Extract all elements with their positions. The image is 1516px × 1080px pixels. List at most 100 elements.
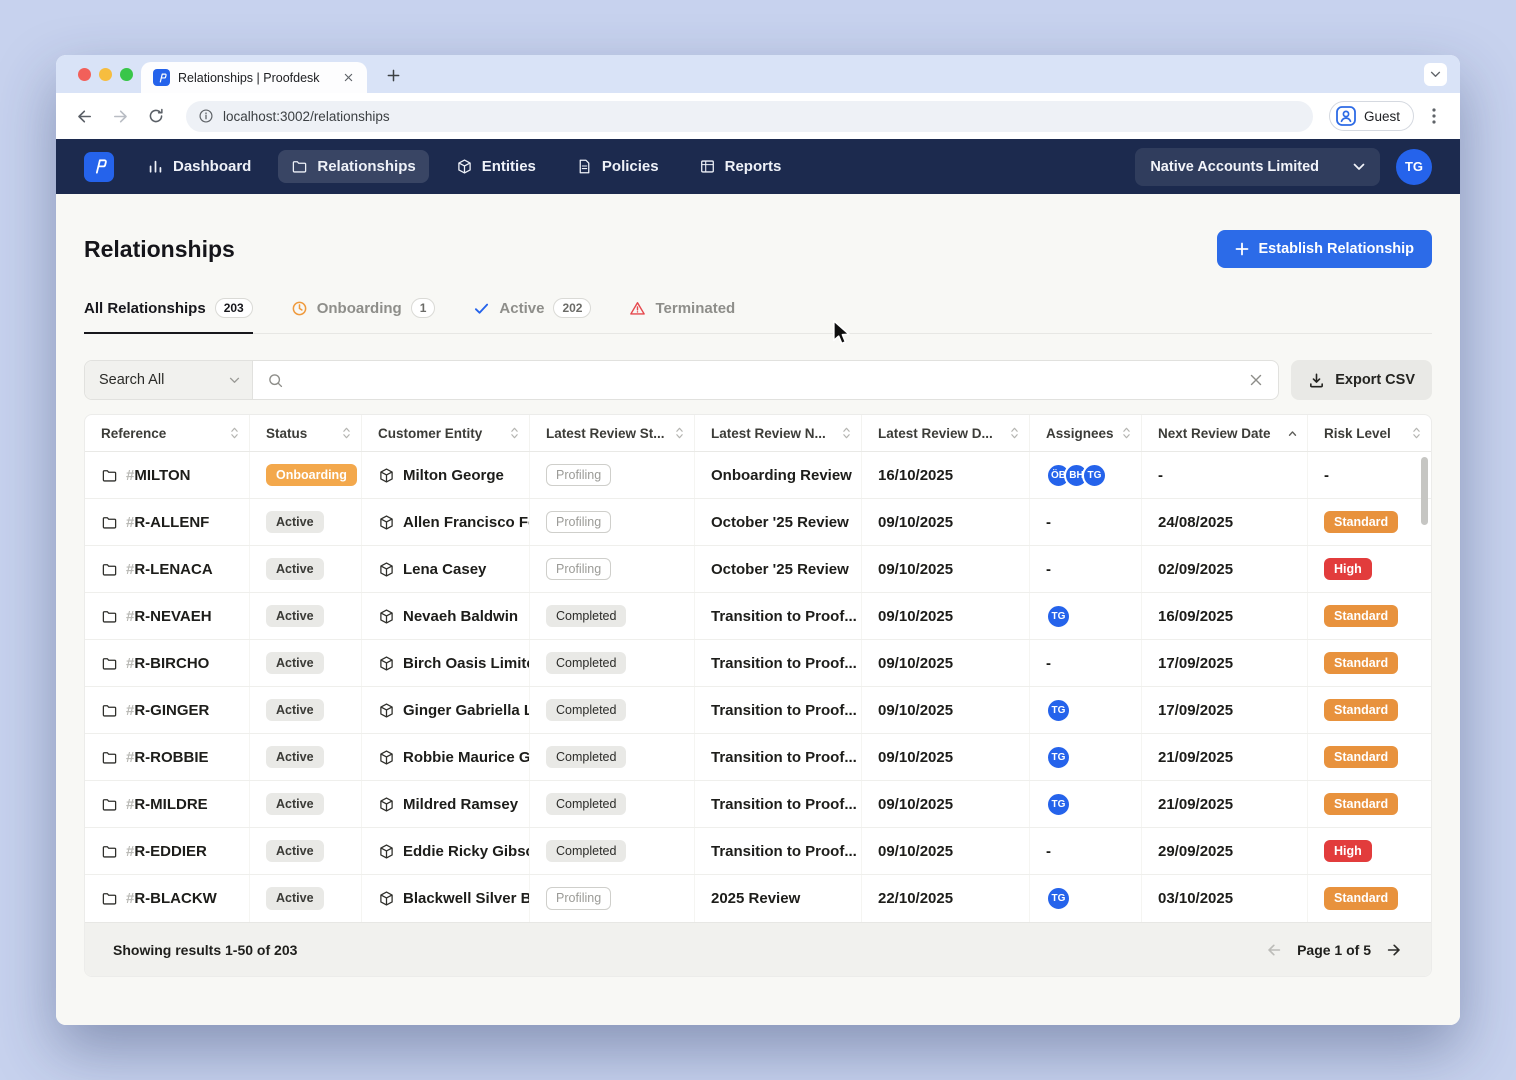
- sort-asc-icon: [1288, 426, 1297, 440]
- column-header-risk-level[interactable]: Risk Level: [1308, 415, 1431, 451]
- close-window-button[interactable]: [78, 68, 91, 81]
- nav-item-relationships[interactable]: Relationships: [278, 150, 428, 183]
- search-scope-select[interactable]: Search All: [85, 361, 253, 399]
- table-row[interactable]: #R-ALLENFActiveAllen Francisco FoProfili…: [85, 499, 1431, 546]
- column-label: Risk Level: [1324, 426, 1391, 441]
- assignees-cell: TG: [1030, 734, 1142, 780]
- tab-active[interactable]: Active202: [473, 298, 591, 333]
- tab-count-badge: 1: [411, 298, 436, 318]
- status-cell: Active: [250, 546, 362, 592]
- review-status-cell: Profiling: [530, 499, 695, 545]
- nav-item-policies[interactable]: Policies: [563, 150, 672, 183]
- tab-overview-button[interactable]: [1424, 63, 1447, 86]
- maximize-window-button[interactable]: [120, 68, 133, 81]
- guest-label: Guest: [1364, 109, 1400, 124]
- review-status-cell: Profiling: [530, 875, 695, 922]
- cube-icon: [378, 796, 395, 813]
- next-review-date: 17/09/2025: [1158, 655, 1233, 672]
- tab-terminated[interactable]: Terminated: [629, 298, 735, 333]
- table-row[interactable]: #R-NEVAEHActiveNevaeh BaldwinCompletedTr…: [85, 593, 1431, 640]
- browser-menu-icon[interactable]: [1422, 104, 1446, 128]
- column-label: Latest Review D...: [878, 426, 993, 441]
- assignee-avatar: TG: [1046, 886, 1071, 911]
- tab-onboarding[interactable]: Onboarding1: [291, 298, 436, 333]
- risk-level-cell: Standard: [1308, 593, 1431, 639]
- reference-value: R-ROBBIE: [134, 749, 208, 766]
- tab-close-icon[interactable]: [339, 69, 357, 87]
- clear-search-icon[interactable]: [1249, 373, 1264, 388]
- assignees-cell: -: [1030, 499, 1142, 545]
- customer-entity-cell: Allen Francisco Fo: [362, 499, 530, 545]
- risk-empty: -: [1324, 467, 1329, 484]
- nav-item-reports[interactable]: Reports: [686, 150, 795, 183]
- reference-cell: #R-MILDRE: [85, 781, 250, 827]
- table-row[interactable]: #MILTONOnboardingMilton GeorgeProfilingO…: [85, 452, 1431, 499]
- entity-name: Blackwell Silver B: [403, 890, 530, 907]
- minimize-window-button[interactable]: [99, 68, 112, 81]
- review-status-badge: Completed: [546, 746, 626, 768]
- column-label: Latest Review N...: [711, 426, 826, 441]
- customer-entity-cell: Milton George: [362, 452, 530, 498]
- search-input[interactable]: [293, 371, 1240, 389]
- column-header-latest-review-n[interactable]: Latest Review N...: [695, 415, 862, 451]
- export-csv-button[interactable]: Export CSV: [1291, 360, 1432, 400]
- table-header: ReferenceStatusCustomer EntityLatest Rev…: [85, 415, 1431, 452]
- sort-both-icon: [842, 426, 851, 440]
- back-button[interactable]: [70, 102, 98, 130]
- browser-profile-button[interactable]: Guest: [1329, 101, 1414, 131]
- assignees-empty: -: [1046, 843, 1051, 860]
- next-page-icon[interactable]: [1385, 941, 1403, 959]
- nav-item-label: Entities: [482, 158, 536, 175]
- new-tab-button[interactable]: [383, 65, 403, 85]
- search-icon: [267, 372, 284, 389]
- column-header-latest-review-st[interactable]: Latest Review St...: [530, 415, 695, 451]
- search-box: [253, 361, 1278, 399]
- user-avatar[interactable]: TG: [1396, 149, 1432, 185]
- cube-icon: [378, 702, 395, 719]
- risk-badge: Standard: [1324, 887, 1398, 909]
- table-row[interactable]: #R-EDDIERActiveEddie Ricky GibscComplete…: [85, 828, 1431, 875]
- proofdesk-favicon-icon: [153, 69, 170, 86]
- assignees-empty: -: [1046, 655, 1051, 672]
- guest-avatar-icon: [1335, 105, 1357, 127]
- assignees-empty: -: [1046, 514, 1051, 531]
- table-row[interactable]: #R-GINGERActiveGinger Gabriella LComplet…: [85, 687, 1431, 734]
- forward-button[interactable]: [106, 102, 134, 130]
- nav-item-entities[interactable]: Entities: [443, 150, 549, 183]
- table-row[interactable]: #R-MILDREActiveMildred RamseyCompletedTr…: [85, 781, 1431, 828]
- table-row[interactable]: #R-LENACAActiveLena CaseyProfilingOctobe…: [85, 546, 1431, 593]
- next-review-date: 02/09/2025: [1158, 561, 1233, 578]
- establish-relationship-button[interactable]: Establish Relationship: [1217, 230, 1433, 268]
- tab-all-relationships[interactable]: All Relationships203: [84, 298, 253, 333]
- column-label: Status: [266, 426, 307, 441]
- table-row[interactable]: #R-ROBBIEActiveRobbie Maurice GCompleted…: [85, 734, 1431, 781]
- sort-both-icon: [1122, 426, 1131, 440]
- cube-icon: [378, 655, 395, 672]
- next-review-date: 03/10/2025: [1158, 890, 1233, 907]
- column-header-reference[interactable]: Reference: [85, 415, 250, 451]
- table-scrollbar[interactable]: [1421, 457, 1428, 525]
- folder-icon: [101, 702, 118, 719]
- reload-button[interactable]: [142, 102, 170, 130]
- table-row[interactable]: #R-BIRCHOActiveBirch Oasis LimiteComplet…: [85, 640, 1431, 687]
- column-header-next-review-date[interactable]: Next Review Date: [1142, 415, 1308, 451]
- risk-level-cell: -: [1308, 452, 1431, 498]
- reference-hash: #: [126, 467, 134, 484]
- column-header-customer-entity[interactable]: Customer Entity: [362, 415, 530, 451]
- table-row[interactable]: #R-BLACKWActiveBlackwell Silver BProfili…: [85, 875, 1431, 922]
- review-date-cell: 09/10/2025: [862, 499, 1030, 545]
- column-header-latest-review-d[interactable]: Latest Review D...: [862, 415, 1030, 451]
- address-bar[interactable]: localhost:3002/relationships: [186, 101, 1313, 132]
- reference-cell: #R-LENACA: [85, 546, 250, 592]
- status-cell: Active: [250, 499, 362, 545]
- account-selector[interactable]: Native Accounts Limited: [1135, 148, 1380, 186]
- site-info-icon[interactable]: [198, 108, 214, 124]
- previous-page-icon[interactable]: [1265, 941, 1283, 959]
- browser-tab[interactable]: Relationships | Proofdesk: [141, 62, 367, 93]
- review-name: Transition to Proof...: [711, 702, 857, 719]
- column-header-assignees[interactable]: Assignees: [1030, 415, 1142, 451]
- nav-item-dashboard[interactable]: Dashboard: [134, 150, 264, 183]
- proofdesk-logo-icon[interactable]: [84, 152, 114, 182]
- column-header-status[interactable]: Status: [250, 415, 362, 451]
- reference-cell: #R-EDDIER: [85, 828, 250, 874]
